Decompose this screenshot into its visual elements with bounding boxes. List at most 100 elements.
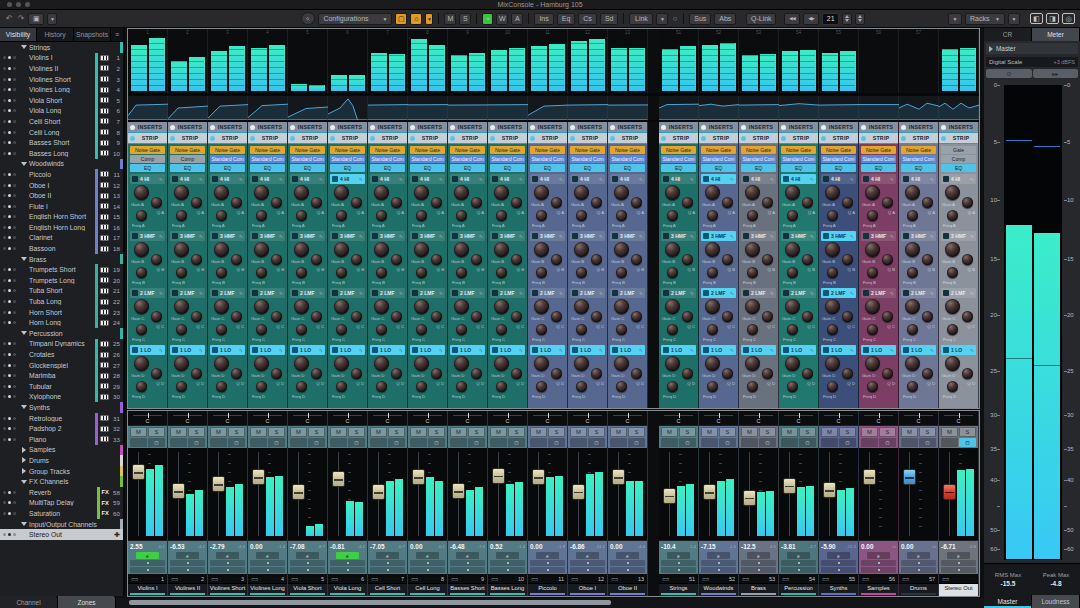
strip-rack-header[interactable]: STRIP: [248, 133, 287, 144]
freq-knob[interactable]: [667, 381, 678, 392]
solo-button[interactable]: S: [759, 427, 776, 437]
freq-knob[interactable]: [176, 210, 187, 221]
gain-knob[interactable]: [574, 356, 589, 371]
eq-band-header[interactable]: 3 HMF∿: [781, 231, 816, 241]
freq-knob[interactable]: [707, 267, 718, 278]
track-row[interactable]: Piano33: [0, 434, 123, 445]
gain-knob[interactable]: [705, 299, 720, 314]
solo-button[interactable]: S: [268, 427, 285, 437]
strip-slot-eq[interactable]: EQ: [901, 164, 936, 172]
gain-knob[interactable]: [905, 299, 920, 314]
eq-curve-cell[interactable]: [368, 96, 408, 120]
eq-band-header[interactable]: 2 LMF∿: [741, 288, 776, 298]
q-knob[interactable]: [351, 197, 362, 208]
band-power-icon[interactable]: [492, 233, 498, 239]
eq-band-header[interactable]: 3 HMF∿: [170, 231, 205, 241]
track-row[interactable]: Viola Long6: [0, 106, 123, 117]
band-power-icon[interactable]: [412, 347, 418, 353]
pan-control[interactable]: C: [819, 411, 858, 426]
freq-knob[interactable]: [707, 324, 718, 335]
function-button[interactable]: [821, 567, 856, 573]
inserts-rack-header[interactable]: INSERTS: [739, 122, 778, 133]
gain-knob[interactable]: [614, 185, 629, 200]
fader-handle[interactable]: [532, 469, 545, 485]
strip-slot-std[interactable]: Standard Com: [741, 155, 776, 163]
q-knob[interactable]: [191, 197, 202, 208]
gain-knob[interactable]: [534, 356, 549, 371]
pan-control[interactable]: C: [408, 411, 447, 426]
q-knob[interactable]: [722, 197, 733, 208]
strip-rack-header[interactable]: STRIP: [779, 133, 818, 144]
q-knob[interactable]: [682, 254, 693, 265]
freq-knob[interactable]: [947, 381, 958, 392]
edit-channel-button[interactable]: e: [827, 552, 850, 559]
eq-band-header[interactable]: 1 LO∿: [370, 345, 405, 355]
freq-knob[interactable]: [747, 210, 758, 221]
fader-handle[interactable]: [252, 469, 265, 485]
strip-rack-header[interactable]: STRIP: [128, 133, 167, 144]
solo-button[interactable]: S: [839, 427, 856, 437]
inserts-rack-header[interactable]: INSERTS: [779, 122, 818, 133]
function-button[interactable]: [410, 567, 445, 573]
eq-band-header[interactable]: 4 HI∿: [821, 174, 856, 184]
q-knob[interactable]: [802, 254, 813, 265]
eq-band-header[interactable]: 4 HI∿: [410, 174, 445, 184]
bypass-channelstrip-button[interactable]: Cs: [578, 13, 597, 25]
strip-slot-eq[interactable]: EQ: [170, 164, 205, 172]
freq-knob[interactable]: [907, 210, 918, 221]
eq-band-header[interactable]: 4 HI∿: [250, 174, 285, 184]
fader-handle[interactable]: [663, 488, 676, 504]
strip-slot-eq[interactable]: EQ: [250, 164, 285, 172]
eq-band-header[interactable]: 3 HMF∿: [290, 231, 325, 241]
strip-rack-header[interactable]: STRIP: [168, 133, 207, 144]
inserts-rack-header[interactable]: INSERTS: [939, 122, 978, 133]
channel-name[interactable]: Samples: [859, 583, 898, 596]
freq-knob[interactable]: [667, 210, 678, 221]
monitor-button[interactable]: ∅: [228, 438, 245, 447]
freq-knob[interactable]: [376, 267, 387, 278]
band-power-icon[interactable]: [612, 176, 618, 182]
q-knob[interactable]: [762, 254, 773, 265]
master-header[interactable]: Master: [986, 43, 1078, 54]
gain-knob[interactable]: [134, 185, 149, 200]
eq-band-header[interactable]: 4 HI∿: [530, 174, 565, 184]
freq-knob[interactable]: [136, 381, 147, 392]
gain-knob[interactable]: [374, 299, 389, 314]
pan-control[interactable]: C: [208, 411, 247, 426]
strip-slot-std[interactable]: Standard Com: [530, 155, 565, 163]
inserts-rack-header[interactable]: INSERTS: [208, 122, 247, 133]
q-knob[interactable]: [591, 197, 602, 208]
eq-curve-cell[interactable]: [488, 96, 528, 120]
eq-curve-cell[interactable]: [859, 96, 899, 120]
q-knob[interactable]: [631, 368, 642, 379]
band-power-icon[interactable]: [943, 233, 949, 239]
gain-knob[interactable]: [254, 299, 269, 314]
gain-knob[interactable]: [905, 242, 920, 257]
monitor-button[interactable]: ∅: [759, 438, 776, 447]
pan-control[interactable]: C: [608, 411, 647, 426]
q-knob[interactable]: [762, 311, 773, 322]
edit-channel-button[interactable]: e: [787, 552, 810, 559]
listen-button[interactable]: [450, 438, 467, 447]
band-power-icon[interactable]: [372, 290, 378, 296]
q-knob[interactable]: [962, 311, 973, 322]
track-row[interactable]: Celli Short7: [0, 116, 123, 127]
strip-rack-header[interactable]: STRIP: [939, 133, 978, 144]
q-knob[interactable]: [191, 311, 202, 322]
eq-band-header[interactable]: 1 LO∿: [741, 345, 776, 355]
q-knob[interactable]: [631, 311, 642, 322]
eq-band-header[interactable]: 2 LMF∿: [170, 288, 205, 298]
eq-curve-cell[interactable]: [528, 96, 568, 120]
link-button[interactable]: Link: [629, 13, 653, 25]
function-button[interactable]: [290, 567, 325, 573]
recall-view-icon[interactable]: ⌂: [410, 13, 422, 25]
q-knob[interactable]: [431, 311, 442, 322]
strip-slot-comp[interactable]: Comp: [130, 155, 165, 163]
mute-button[interactable]: M: [290, 427, 307, 437]
q-knob[interactable]: [511, 197, 522, 208]
freq-knob[interactable]: [576, 324, 587, 335]
freq-knob[interactable]: [496, 210, 507, 221]
eq-band-header[interactable]: 3 HMF∿: [370, 231, 405, 241]
eq-band-header[interactable]: 1 LO∿: [130, 345, 165, 355]
track-row[interactable]: Horn Long24: [0, 317, 123, 328]
